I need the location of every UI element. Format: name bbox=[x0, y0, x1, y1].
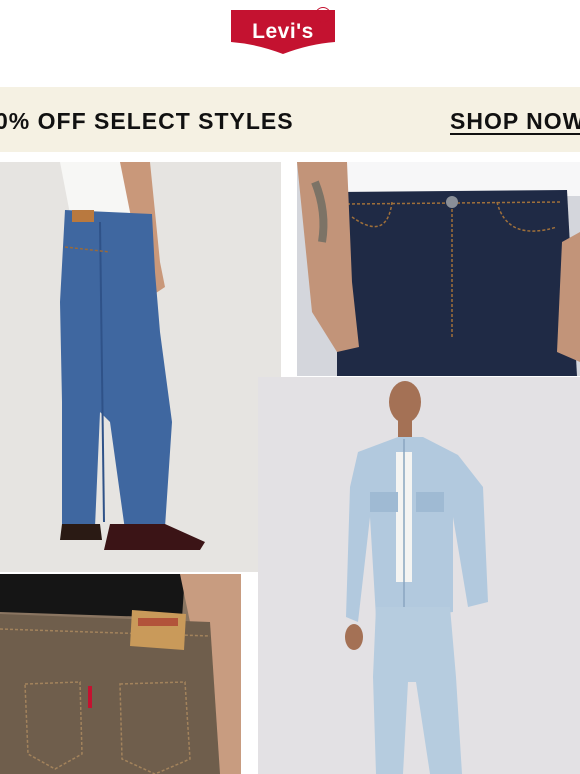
promo-banner: 0% OFF SELECT STYLES SHOP NOW bbox=[0, 87, 580, 152]
shop-now-link[interactable]: SHOP NOW bbox=[450, 108, 580, 135]
denim-jacket-outfit-image[interactable] bbox=[258, 377, 580, 774]
registered-trademark-icon: R bbox=[315, 7, 331, 23]
jeans-front-detail-image[interactable] bbox=[297, 162, 580, 376]
promo-headline: 0% OFF SELECT STYLES bbox=[0, 108, 294, 134]
jeans-side-view-image[interactable] bbox=[0, 162, 281, 572]
email-header: Levi's R bbox=[0, 0, 580, 87]
logo-text: Levi's bbox=[252, 20, 314, 43]
jeans-back-pocket-image[interactable] bbox=[0, 574, 241, 774]
